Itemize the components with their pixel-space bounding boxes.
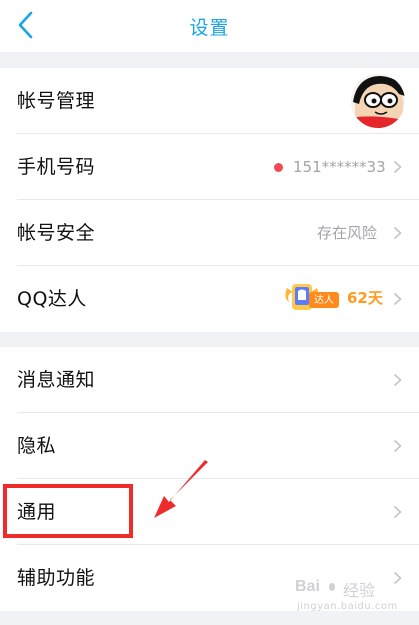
chevron-right-icon xyxy=(393,292,402,306)
watermark: Bai 经验 jingyan.baidu.com xyxy=(295,571,407,615)
chevron-right-icon xyxy=(393,226,402,240)
expert-badge: 达人 xyxy=(283,280,341,314)
expert-badge-text: 达人 xyxy=(314,295,334,306)
row-phone-number[interactable]: 手机号码 151******33 xyxy=(0,134,419,200)
page-title: 设置 xyxy=(189,17,230,39)
account-section: 帐号管理 手机号码 151******33 帐号安全 存在风险 QQ达人 达人 … xyxy=(0,68,419,332)
row-label: 帐号管理 xyxy=(17,90,96,112)
nav-bar: 设置 xyxy=(0,0,419,52)
expert-days: 62天 xyxy=(347,289,383,307)
row-qq-expert[interactable]: QQ达人 达人 62天 xyxy=(0,266,419,332)
row-label: 辅助功能 xyxy=(17,567,96,589)
cartoon-avatar-icon xyxy=(351,74,405,128)
avatar[interactable] xyxy=(351,74,405,128)
row-label: 帐号安全 xyxy=(17,222,96,244)
chevron-right-icon xyxy=(393,373,402,387)
watermark-url: jingyan.baidu.com xyxy=(297,601,398,612)
row-account-security[interactable]: 帐号安全 存在风险 xyxy=(0,200,419,266)
pointer-arrow-icon xyxy=(154,460,208,518)
status-dot xyxy=(274,163,283,172)
watermark-brand: Bai xyxy=(295,578,320,595)
highlight-box xyxy=(3,484,133,538)
row-label: 隐私 xyxy=(17,435,57,457)
phone-value: 151******33 xyxy=(293,158,386,176)
row-label: 手机号码 xyxy=(17,156,96,178)
paw-logo-icon: Bai xyxy=(295,578,335,595)
chevron-right-icon xyxy=(393,439,402,453)
row-label: QQ达人 xyxy=(17,288,87,310)
row-label: 消息通知 xyxy=(17,369,96,391)
chevron-right-icon xyxy=(393,160,402,174)
row-account-management[interactable]: 帐号管理 xyxy=(0,68,419,134)
watermark-text: 经验 xyxy=(343,581,376,600)
chevron-right-icon xyxy=(393,505,402,519)
row-notifications[interactable]: 消息通知 xyxy=(0,347,419,413)
security-status: 存在风险 xyxy=(317,224,378,242)
